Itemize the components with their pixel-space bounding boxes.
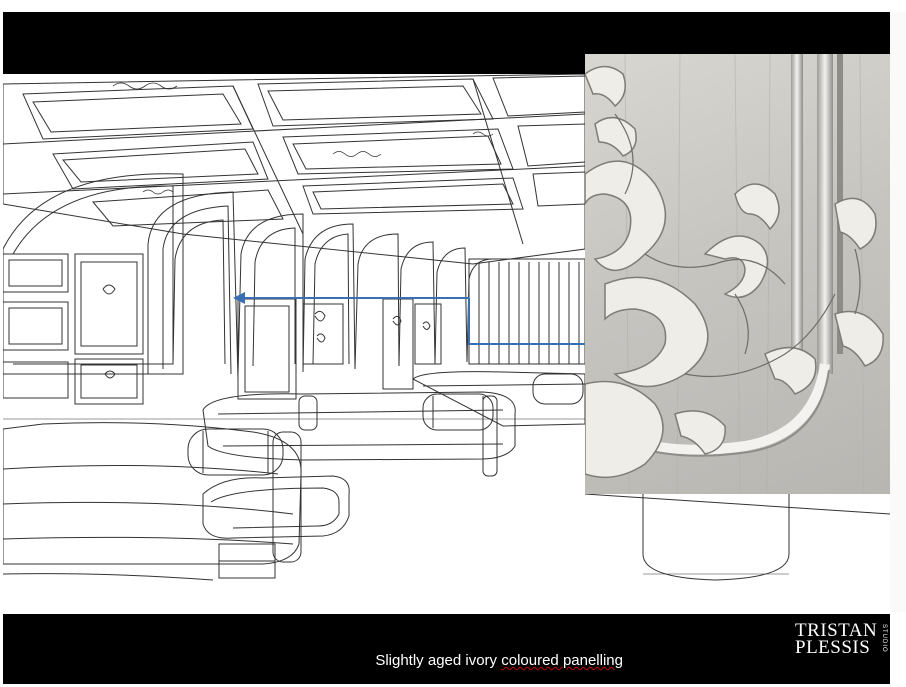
- bottom-black-bar: Slightly aged ivory coloured panelling T…: [3, 614, 890, 684]
- logo-sub: STUDIO: [881, 624, 887, 653]
- studio-logo: TRISTAN PLESSIS STUDIO: [795, 621, 891, 662]
- pedestal: [642, 494, 790, 581]
- caption-underlined-text: coloured panelling: [501, 652, 623, 669]
- right-margin: [890, 12, 906, 612]
- wall-arches: [3, 173, 494, 380]
- ornate-panel-photo: [585, 54, 890, 494]
- back-sofa: [202, 371, 586, 477]
- slatted-panel: [468, 258, 586, 365]
- left-wall-panels: [3, 253, 442, 405]
- logo-line-2: PLESSIS: [795, 637, 871, 658]
- slide: Slightly aged ivory coloured panelling T…: [0, 0, 906, 687]
- front-sofa: [3, 422, 350, 581]
- slide-caption: Slightly aged ivory coloured panelling: [3, 652, 623, 669]
- caption-text: Slightly aged ivory: [375, 652, 502, 669]
